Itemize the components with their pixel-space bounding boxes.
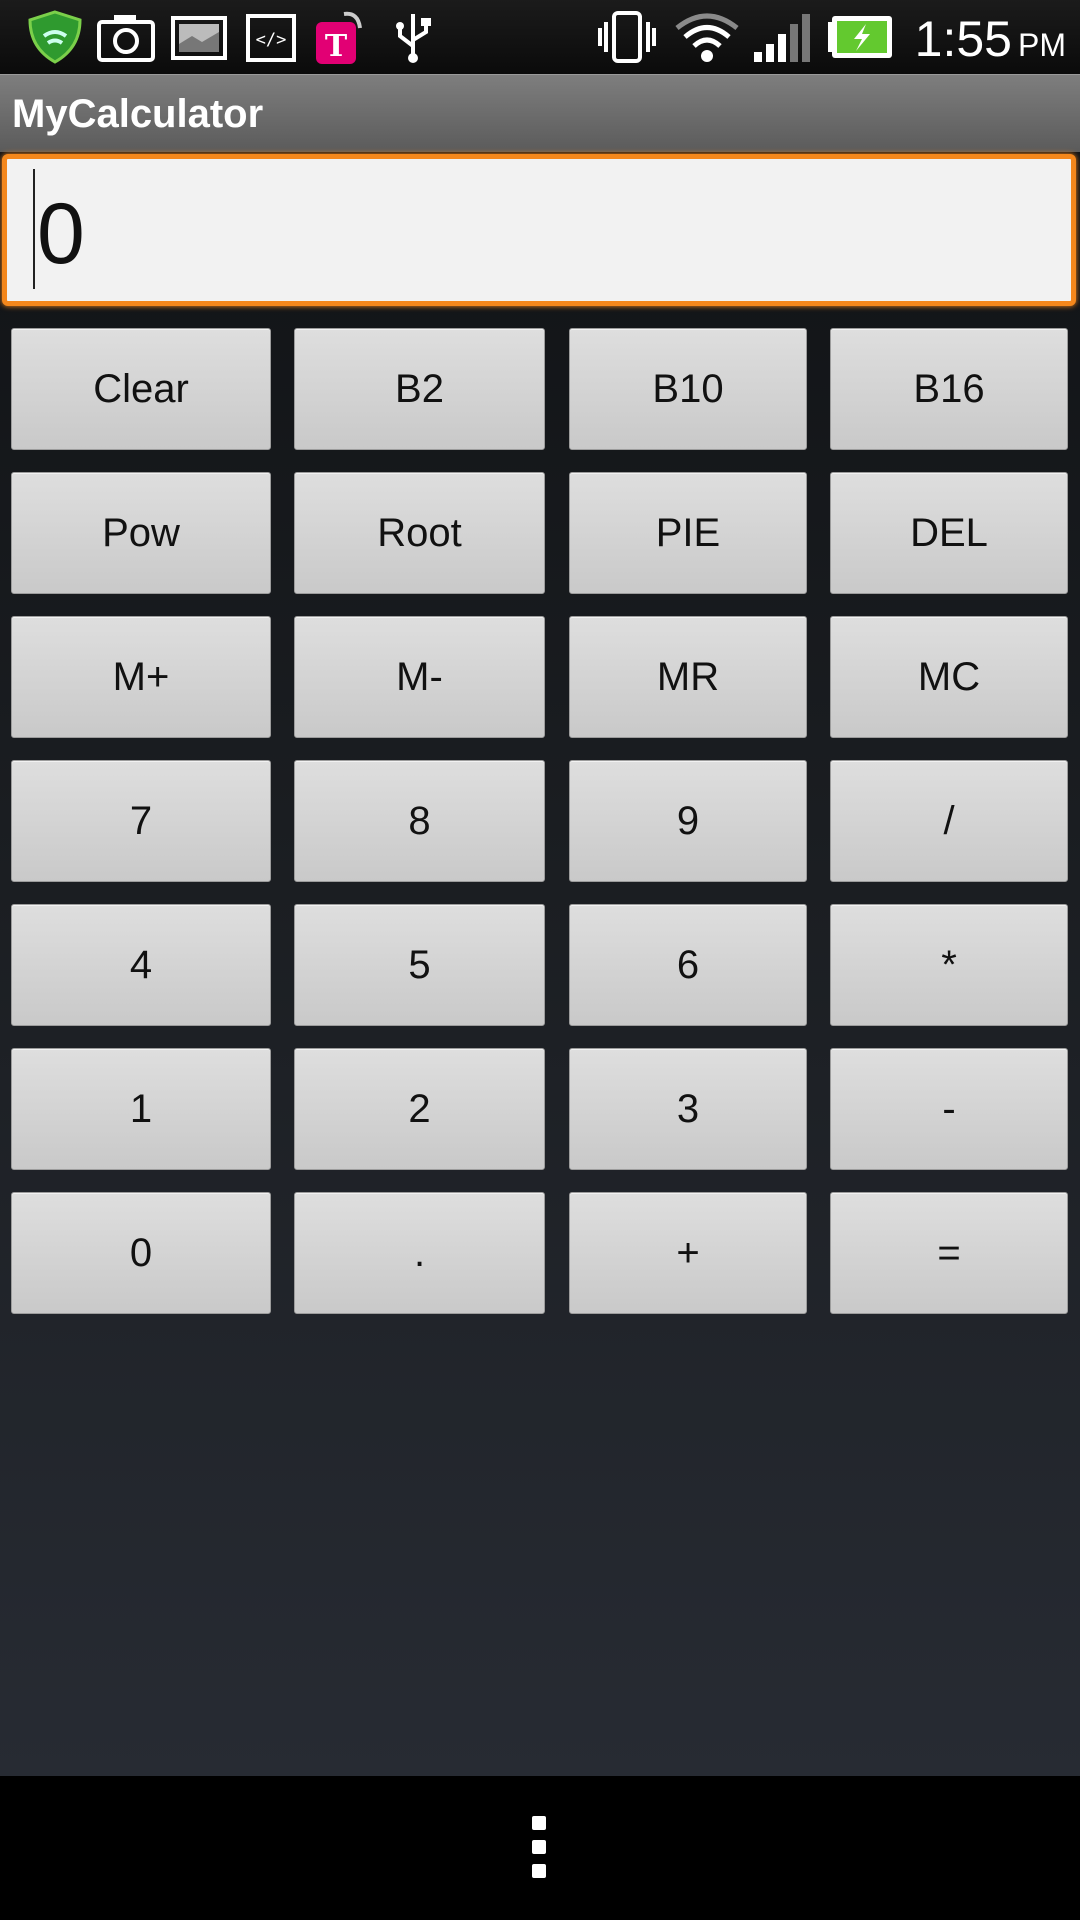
digit-2-button[interactable]: 2 (294, 1048, 545, 1170)
add-button[interactable]: + (569, 1192, 807, 1314)
battery-charging-icon (828, 16, 892, 58)
delete-button[interactable]: DEL (830, 472, 1068, 594)
tmobile-tag-icon: T (316, 11, 362, 64)
vibrate-icon (598, 11, 656, 63)
menu-dot (532, 1816, 546, 1830)
digit-4-button[interactable]: 4 (11, 904, 271, 1026)
memory-subtract-button[interactable]: M- (294, 616, 545, 738)
digit-8-button[interactable]: 8 (294, 760, 545, 882)
clock: 1:55 PM (915, 6, 1066, 78)
menu-dot (532, 1864, 546, 1878)
action-bar: MyCalculator (0, 74, 1080, 152)
base10-button[interactable]: B10 (569, 328, 807, 450)
svg-text:</>: </> (256, 30, 287, 50)
base2-button[interactable]: B2 (294, 328, 545, 450)
multiply-button[interactable]: * (830, 904, 1068, 1026)
wifi-icon (675, 13, 739, 62)
memory-clear-button[interactable]: MC (830, 616, 1068, 738)
camera-icon (97, 15, 155, 62)
pow-button[interactable]: Pow (11, 472, 271, 594)
digit-7-button[interactable]: 7 (11, 760, 271, 882)
code-icon: </> (246, 14, 296, 62)
clear-button[interactable]: Clear (11, 328, 271, 450)
digit-0-button[interactable]: 0 (11, 1192, 271, 1314)
lookout-shield-icon (28, 10, 82, 64)
calculator-content: 0 Clear B2 B10 B16 Pow Root PIE DEL M+ M… (0, 152, 1080, 1776)
menu-dot (532, 1840, 546, 1854)
pi-button[interactable]: PIE (569, 472, 807, 594)
gallery-icon (171, 16, 227, 60)
memory-add-button[interactable]: M+ (11, 616, 271, 738)
decimal-point-button[interactable]: . (294, 1192, 545, 1314)
base16-button[interactable]: B16 (830, 328, 1068, 450)
keypad: Clear B2 B10 B16 Pow Root PIE DEL M+ M- … (0, 152, 1080, 1352)
svg-text:T: T (325, 29, 348, 64)
digit-5-button[interactable]: 5 (294, 904, 545, 1026)
digit-9-button[interactable]: 9 (569, 760, 807, 882)
equals-button[interactable]: = (830, 1192, 1068, 1314)
clock-ampm: PM (1018, 27, 1066, 63)
clock-time: 1:55 (914, 11, 1012, 67)
divide-button[interactable]: / (830, 760, 1068, 882)
root-button[interactable]: Root (294, 472, 545, 594)
status-bar: </> T 1:55 PM (0, 0, 1080, 74)
digit-3-button[interactable]: 3 (569, 1048, 807, 1170)
subtract-button[interactable]: - (830, 1048, 1068, 1170)
usb-icon (396, 14, 431, 63)
digit-1-button[interactable]: 1 (11, 1048, 271, 1170)
memory-recall-button[interactable]: MR (569, 616, 807, 738)
digit-6-button[interactable]: 6 (569, 904, 807, 1026)
app-title: MyCalculator (12, 92, 264, 136)
signal-icon (754, 14, 810, 62)
menu-overflow-icon[interactable] (530, 1816, 550, 1880)
navigation-bar (0, 1776, 1080, 1920)
